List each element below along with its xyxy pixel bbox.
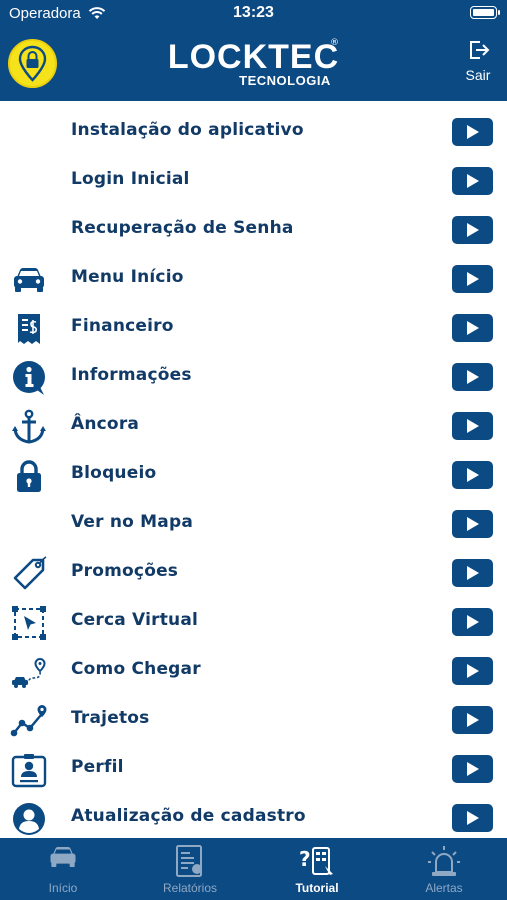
tutorial-label: Bloqueio [71,463,157,483]
play-button[interactable] [452,755,493,783]
tutorial-label: Promoções [71,561,179,581]
tutorial-icon: ? [254,844,380,878]
tutorial-item-login[interactable]: Login Inicial [0,158,507,207]
logout-icon [470,41,490,59]
svg-text:?: ? [299,847,311,871]
play-button[interactable] [452,412,493,440]
tutorial-label: Recuperação de Senha [71,218,294,238]
tutorial-item-block[interactable]: Bloqueio [0,452,507,501]
tab-label: Relatórios [162,881,218,895]
tutorial-label: Atualização de cadastro [71,806,306,826]
tutorial-item-profile[interactable]: Perfil [0,746,507,795]
path-icon [10,703,48,739]
play-button[interactable] [452,706,493,734]
anchor-icon [10,409,48,445]
tab-inicio[interactable]: Início [0,838,126,900]
tutorial-item-installation[interactable]: Instalação do aplicativo [0,109,507,158]
exit-label: Sair [465,67,491,83]
tutorial-item-update-registration[interactable]: Atualização de cadastro [0,795,507,838]
tutorial-list: Instalação do aplicativo Login Inicial R… [0,101,507,838]
tutorial-label: Financeiro [71,316,174,336]
car-icon [0,844,126,870]
profile-card-icon [10,752,48,788]
app-header: LOCKTEC TECNOLOGIA ® Sair [0,30,507,101]
tutorial-label: Login Inicial [71,169,190,189]
info-icon [10,360,48,396]
receipt-icon [10,311,48,347]
tab-label: Tutorial [295,881,339,895]
bottom-tab-bar: Início Relatórios ? Tutorial Alertas [0,838,507,900]
tutorial-item-password-recovery[interactable]: Recuperação de Senha [0,207,507,256]
tutorial-item-menu[interactable]: Menu Início [0,256,507,305]
logo-sub-text: TECNOLOGIA [239,73,331,88]
play-button[interactable] [452,559,493,587]
tab-relatorios[interactable]: Relatórios [127,838,253,900]
play-button[interactable] [452,510,493,538]
tab-alertas[interactable]: Alertas [381,838,507,900]
tutorial-item-routes[interactable]: Trajetos [0,697,507,746]
tutorial-label: Ver no Mapa [71,512,193,532]
tutorial-item-anchor[interactable]: Âncora [0,403,507,452]
tutorial-item-information[interactable]: Informações [0,354,507,403]
tutorial-label: Perfil [71,757,124,777]
tag-icon [10,556,48,592]
play-button[interactable] [452,314,493,342]
tutorial-label: Trajetos [71,708,150,728]
play-button[interactable] [452,608,493,636]
tutorial-item-map[interactable]: Ver no Mapa [0,501,507,550]
alarm-icon [381,844,507,878]
route-car-icon [10,654,48,690]
locktec-logo: LOCKTEC TECNOLOGIA [0,40,507,88]
geofence-icon [10,605,48,641]
lock-icon [10,458,48,494]
registered-mark: ® [330,38,339,48]
status-bar: Operadora 13:23 [0,0,507,30]
car-icon [10,262,48,298]
clock: 13:23 [233,4,274,21]
tutorial-label: Cerca Virtual [71,610,199,630]
play-button[interactable] [452,167,493,195]
play-button[interactable] [452,657,493,685]
tutorial-item-promotions[interactable]: Promoções [0,550,507,599]
tab-label: Início [48,881,78,895]
logo-main-text: LOCKTEC [167,38,340,76]
tutorial-label: Informações [71,365,192,385]
exit-button[interactable]: Sair [463,38,493,83]
tutorial-item-geofence[interactable]: Cerca Virtual [0,599,507,648]
battery-icon [470,6,500,19]
tutorial-item-directions[interactable]: Como Chegar [0,648,507,697]
user-circle-icon [10,801,48,837]
tutorial-label: Menu Início [71,267,184,287]
play-button[interactable] [452,461,493,489]
tutorial-item-financial[interactable]: Financeiro [0,305,507,354]
play-button[interactable] [452,804,493,832]
play-button[interactable] [452,118,493,146]
play-button[interactable] [452,363,493,391]
tutorial-label: Instalação do aplicativo [71,120,304,140]
report-icon [127,844,253,878]
tab-tutorial[interactable]: ? Tutorial [254,838,380,900]
tab-label: Alertas [425,881,463,895]
tutorial-label: Âncora [71,414,140,434]
tutorial-label: Como Chegar [71,659,201,679]
play-button[interactable] [452,265,493,293]
play-button[interactable] [452,216,493,244]
